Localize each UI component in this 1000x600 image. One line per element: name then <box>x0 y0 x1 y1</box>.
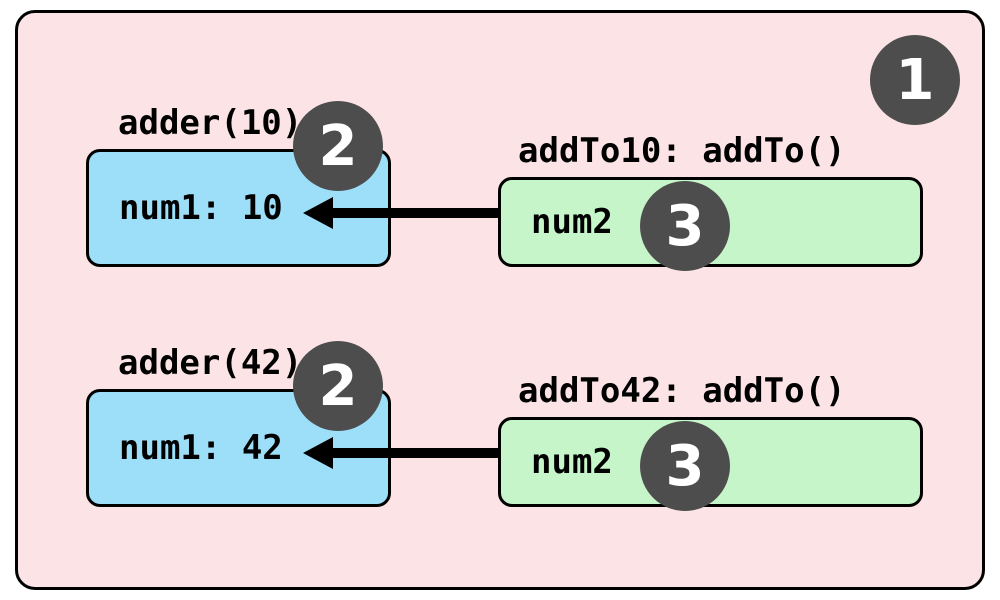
adder-label-1: adder(10) <box>118 103 302 143</box>
addto-label-2: addTo42: addTo() <box>518 371 846 411</box>
scope-container-outer: 1 adder(10) num1: 10 2 addTo10: addTo() … <box>15 10 985 590</box>
badge-adder-2: 2 <box>293 341 383 431</box>
badge-addto-2: 3 <box>640 421 730 511</box>
adder-label-2: adder(42) <box>118 343 302 383</box>
adder-content-1: num1: 10 <box>119 188 283 228</box>
adder-content-2: num1: 42 <box>119 428 283 468</box>
addto-label-1: addTo10: addTo() <box>518 131 846 171</box>
addto-content-2: num2 <box>531 442 613 482</box>
badge-outer-scope: 1 <box>870 35 960 125</box>
badge-addto-1: 3 <box>640 181 730 271</box>
arrow-2 <box>303 433 503 473</box>
arrow-1 <box>303 193 503 233</box>
addto-content-1: num2 <box>531 202 613 242</box>
badge-adder-1: 2 <box>293 101 383 191</box>
